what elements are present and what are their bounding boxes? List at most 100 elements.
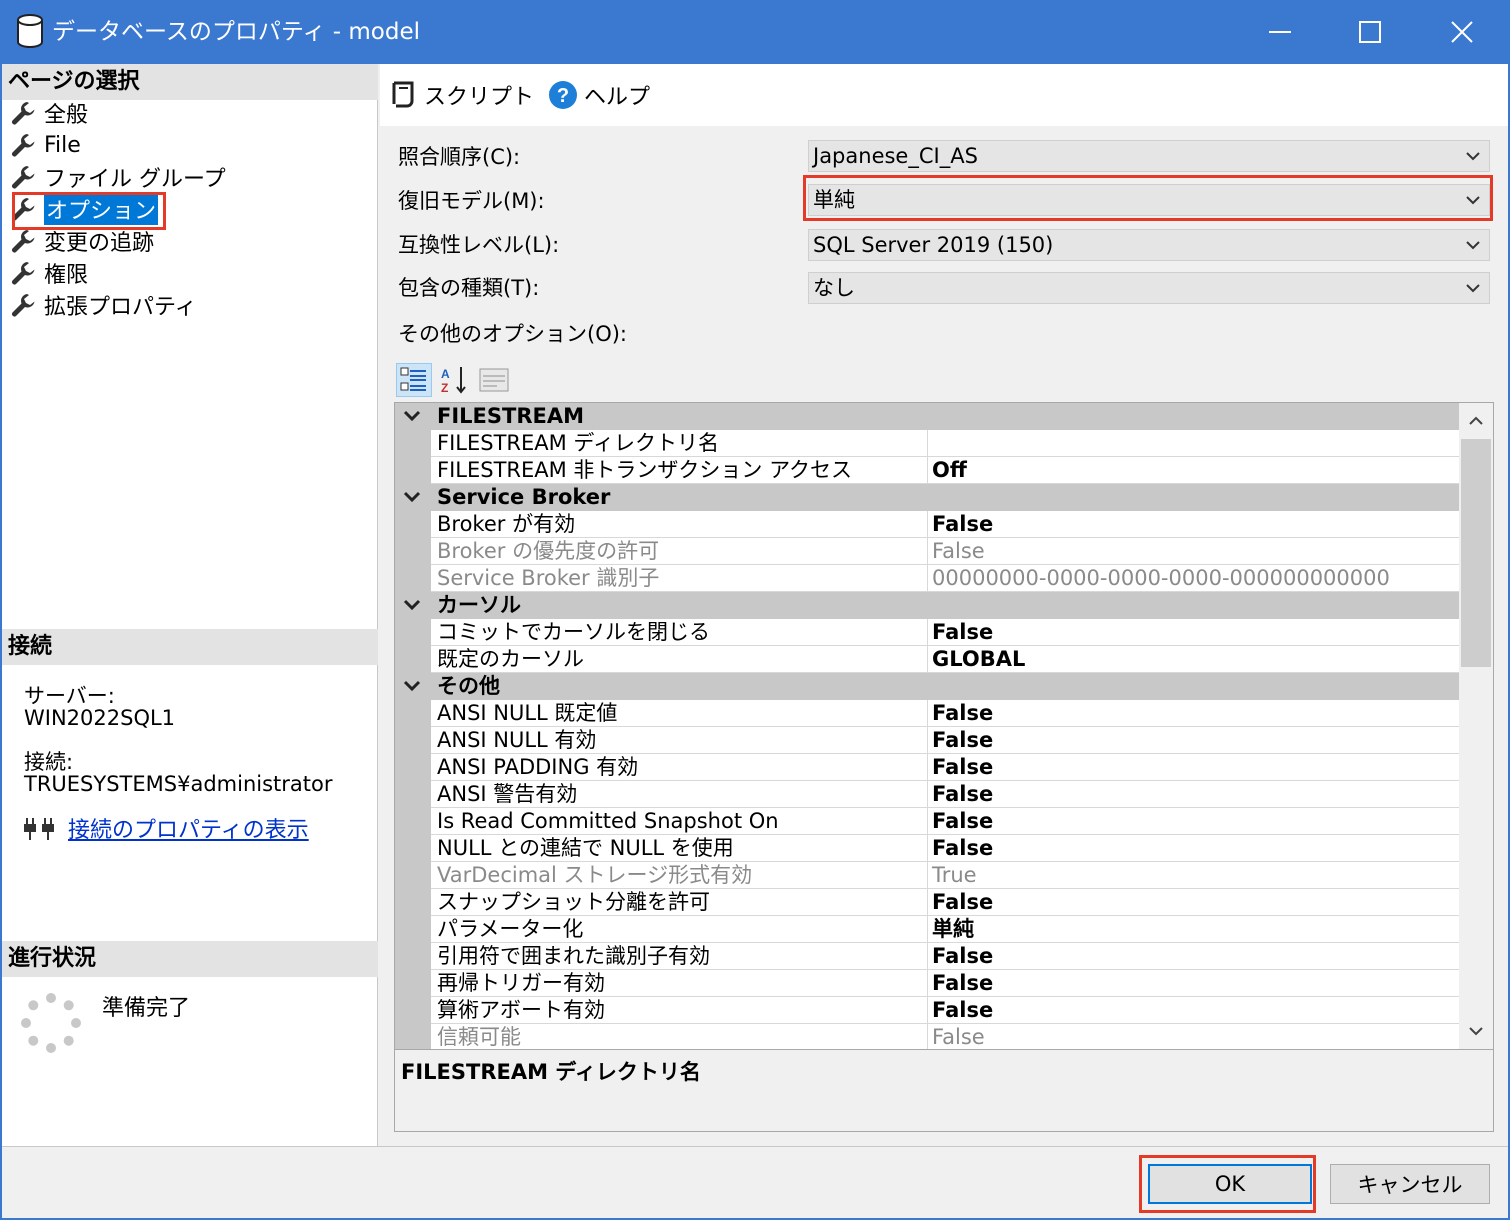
property-value: 00000000-0000-0000-0000-000000000000 xyxy=(927,565,1459,592)
property-row[interactable]: スナップショット分離を許可 False xyxy=(395,889,1459,916)
property-row-margin xyxy=(395,511,431,538)
property-name: 再帰トリガー有効 xyxy=(431,970,927,997)
compat-level-select[interactable]: SQL Server 2019 (150) xyxy=(808,229,1490,261)
page-select-header: ページの選択 xyxy=(2,64,378,100)
property-row[interactable]: Is Read Committed Snapshot On False xyxy=(395,808,1459,835)
cancel-button[interactable]: キャンセル xyxy=(1330,1164,1490,1204)
property-value[interactable]: False xyxy=(927,835,1459,862)
property-row[interactable]: NULL との連結で NULL を使用 False xyxy=(395,835,1459,862)
property-row[interactable]: Broker の優先度の許可 False xyxy=(395,538,1459,565)
maximize-button[interactable] xyxy=(1324,0,1416,64)
script-button[interactable]: スクリプト xyxy=(390,78,564,112)
compat-level-label: 互換性レベル(L): xyxy=(398,233,560,257)
property-row[interactable]: ANSI 警告有効 False xyxy=(395,781,1459,808)
property-row[interactable]: 算術アボート有効 False xyxy=(395,997,1459,1024)
property-row[interactable]: 再帰トリガー有効 False xyxy=(395,970,1459,997)
sort-alphabetical-button[interactable]: A Z xyxy=(436,363,472,397)
sidebar-item-0[interactable]: 全般 xyxy=(10,98,88,128)
property-name: ANSI 警告有効 xyxy=(431,781,927,808)
collation-select[interactable]: Japanese_CI_AS xyxy=(808,140,1490,172)
sidebar-item-6[interactable]: 拡張プロパティ xyxy=(10,290,197,320)
property-row-margin xyxy=(395,700,431,727)
property-value[interactable]: False xyxy=(927,970,1459,997)
collapse-chevron-icon[interactable] xyxy=(403,598,421,612)
property-value[interactable]: False xyxy=(927,808,1459,835)
sidebar-item-5[interactable]: 権限 xyxy=(10,258,88,288)
sidebar-item-4[interactable]: 変更の追跡 xyxy=(10,226,154,256)
property-category[interactable]: その他 xyxy=(395,673,1459,700)
property-row-margin xyxy=(395,1024,431,1049)
property-value[interactable]: False xyxy=(927,727,1459,754)
minimize-button[interactable] xyxy=(1234,0,1326,64)
property-row[interactable]: ANSI PADDING 有効 False xyxy=(395,754,1459,781)
property-value[interactable]: GLOBAL xyxy=(927,646,1459,673)
view-connection-properties-link[interactable]: 接続のプロパティの表示 xyxy=(68,812,309,844)
close-button[interactable] xyxy=(1416,0,1508,64)
property-category[interactable]: カーソル xyxy=(395,592,1459,619)
property-category[interactable]: FILESTREAM xyxy=(395,403,1459,430)
property-value[interactable]: False xyxy=(927,619,1459,646)
sidebar-item-label: File xyxy=(44,132,81,158)
chevron-down-icon xyxy=(1466,284,1480,293)
property-category[interactable]: Service Broker xyxy=(395,484,1459,511)
property-row[interactable]: 既定のカーソル GLOBAL xyxy=(395,646,1459,673)
property-name: Broker の優先度の許可 xyxy=(431,538,927,565)
property-value: True xyxy=(927,862,1459,889)
sidebar-item-2[interactable]: ファイル グループ xyxy=(10,162,226,192)
scroll-up-icon[interactable] xyxy=(1468,415,1484,427)
vertical-scrollbar[interactable] xyxy=(1459,403,1493,1049)
property-row-margin xyxy=(395,835,431,862)
wrench-icon xyxy=(11,230,35,253)
server-value: WIN2022SQL1 xyxy=(24,706,176,730)
categorized-button[interactable] xyxy=(396,363,432,397)
collapse-chevron-icon[interactable] xyxy=(403,679,421,693)
property-row[interactable]: ANSI NULL 有効 False xyxy=(395,727,1459,754)
property-name: 既定のカーソル xyxy=(431,646,927,673)
property-row-margin xyxy=(395,565,431,592)
help-button[interactable]: ? ヘルプ xyxy=(548,78,650,112)
property-name: 信頼可能 xyxy=(431,1024,927,1049)
sidebar-item-1[interactable]: File xyxy=(10,130,81,160)
property-row[interactable]: FILESTREAM ディレクトリ名 xyxy=(395,430,1459,457)
property-row[interactable]: 信頼可能 False xyxy=(395,1024,1459,1049)
scroll-down-icon[interactable] xyxy=(1468,1025,1484,1037)
property-row[interactable]: ANSI NULL 既定値 False xyxy=(395,700,1459,727)
minimize-icon xyxy=(1269,31,1291,33)
property-value[interactable]: False xyxy=(927,997,1459,1024)
property-row[interactable]: VarDecimal ストレージ形式有効 True xyxy=(395,862,1459,889)
property-row[interactable]: パラメーター化 単純 xyxy=(395,916,1459,943)
property-description-panel: FILESTREAM ディレクトリ名 xyxy=(394,1050,1494,1132)
cancel-label: キャンセル xyxy=(1357,1173,1463,1197)
property-value[interactable]: False xyxy=(927,889,1459,916)
property-value[interactable]: 単純 xyxy=(927,916,1459,943)
property-name: パラメーター化 xyxy=(431,916,927,943)
property-value[interactable]: False xyxy=(927,511,1459,538)
wrench-icon xyxy=(11,294,35,317)
property-value[interactable]: False xyxy=(927,700,1459,727)
property-value[interactable]: Off xyxy=(927,457,1459,484)
property-value[interactable]: False xyxy=(927,943,1459,970)
property-name: FILESTREAM ディレクトリ名 xyxy=(431,430,927,457)
property-name: Service Broker 識別子 xyxy=(431,565,927,592)
scrollbar-thumb[interactable] xyxy=(1461,439,1491,667)
property-pages-button[interactable] xyxy=(476,363,512,397)
property-row[interactable]: コミットでカーソルを閉じる False xyxy=(395,619,1459,646)
database-icon xyxy=(17,14,43,48)
highlight-box-ok xyxy=(1139,1155,1316,1213)
property-row[interactable]: Service Broker 識別子 00000000-0000-0000-000… xyxy=(395,565,1459,592)
script-icon xyxy=(392,81,414,108)
containment-select[interactable]: なし xyxy=(808,272,1490,304)
property-row[interactable]: Broker が有効 False xyxy=(395,511,1459,538)
collapse-chevron-icon[interactable] xyxy=(403,409,421,423)
property-value[interactable]: False xyxy=(927,754,1459,781)
property-value[interactable] xyxy=(927,430,1459,457)
recovery-model-label: 復旧モデル(M): xyxy=(398,189,545,213)
collapse-chevron-icon[interactable] xyxy=(403,490,421,504)
property-row-margin xyxy=(395,538,431,565)
property-value[interactable]: False xyxy=(927,781,1459,808)
containment-value: なし xyxy=(813,276,855,300)
property-row-margin xyxy=(395,970,431,997)
property-category-label: FILESTREAM xyxy=(437,404,584,428)
property-row[interactable]: 引用符で囲まれた識別子有効 False xyxy=(395,943,1459,970)
property-row[interactable]: FILESTREAM 非トランザクション アクセス Off xyxy=(395,457,1459,484)
